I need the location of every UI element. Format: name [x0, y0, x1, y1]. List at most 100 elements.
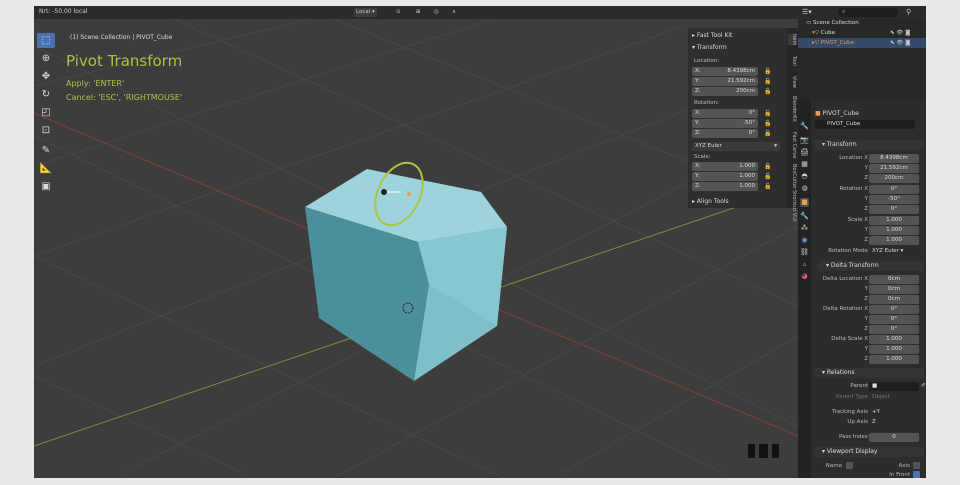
orientation-dropdown[interactable]: Local ▾ [354, 8, 377, 17]
move-icon[interactable]: ✥ [37, 69, 55, 84]
location-y-field[interactable]: 21.592cm [869, 164, 919, 173]
align-tools-label: Align Tools [696, 198, 729, 205]
rotation-y-field[interactable]: -50° [869, 195, 919, 204]
lock-icon[interactable]: 🔓 [764, 88, 771, 95]
measure-icon[interactable]: 📐 [37, 161, 55, 176]
delta-location-z-field[interactable]: 0cm [869, 295, 919, 304]
tracking-axis-dropdown[interactable]: +Y [869, 408, 919, 417]
lock-icon[interactable]: 🔓 [764, 78, 771, 85]
location-x-field[interactable]: 8.4398cm [869, 154, 919, 163]
fast-tool-kit-panel[interactable]: ▸ Fast Tool Kit [692, 32, 732, 39]
select-icon[interactable]: ⬚ [37, 33, 55, 48]
up-axis-dropdown[interactable]: Z [869, 418, 919, 427]
rotation-z-field[interactable]: Z: 0° [692, 129, 758, 138]
material-props-icon[interactable]: ◕ [800, 272, 809, 281]
transform-section-header[interactable]: ▾ Transform [814, 140, 924, 150]
view-layer-icon[interactable]: ▦ [800, 160, 809, 169]
proportional-edit-icon[interactable]: ◎ [432, 8, 441, 17]
delta-location-x-field[interactable]: 0cm [869, 275, 919, 284]
visibility-icons[interactable]: ⬉ 👁 ◙ [890, 28, 910, 38]
add-cube-icon[interactable]: ▣ [37, 179, 55, 194]
lock-icon[interactable]: 🔓 [764, 110, 771, 117]
visibility-icons[interactable]: ⬉ 👁 ◙ [890, 38, 910, 48]
delta-rotation-z-field[interactable]: 0° [869, 325, 919, 334]
scale-y-field[interactable]: 1.000 [869, 226, 919, 235]
outliner-row-cube[interactable]: ▾▽ Cube ⬉ 👁 ◙ [798, 28, 926, 38]
world-props-icon[interactable]: ◍ [800, 184, 809, 193]
data-props-icon[interactable]: ▵ [800, 260, 809, 269]
lock-icon[interactable]: 🔓 [764, 130, 771, 137]
physics-props-icon[interactable]: ◉ [800, 236, 809, 245]
rotation-z-field[interactable]: 0° [869, 205, 919, 214]
viewport-display-header[interactable]: ▾ Viewport Display [814, 447, 924, 457]
tool-props-icon[interactable]: 🔧 [800, 122, 809, 131]
scale-x-field[interactable]: 1.000 [869, 216, 919, 225]
location-y-field[interactable]: Y: 21.592cm [692, 77, 758, 86]
object-props-icon[interactable]: ■ [800, 198, 809, 207]
outliner-row-pivot-cube[interactable]: ▸▽ PIVOT_Cube ⬉ 👁 ◙ [798, 38, 926, 48]
scale-z-field[interactable]: 1.000 [869, 236, 919, 245]
render-props-icon[interactable]: 📷 [800, 136, 809, 145]
tab-item[interactable]: Item [788, 34, 797, 46]
tab-view[interactable]: View [788, 76, 797, 88]
relations-section-header[interactable]: ▾ Relations [814, 368, 924, 378]
location-z-field[interactable]: 200cm [869, 174, 919, 183]
tab-blenderkit[interactable]: BlenderKit [788, 96, 797, 122]
delta-scale-y-field[interactable]: 1.000 [869, 345, 919, 354]
parent-type-dropdown[interactable]: Object [869, 393, 919, 402]
delta-scale-z-field[interactable]: 1.000 [869, 355, 919, 364]
in-front-checkbox[interactable] [913, 471, 920, 478]
align-tools-panel[interactable]: ▸ Align Tools [692, 198, 729, 205]
particles-props-icon[interactable]: ⁂ [800, 224, 809, 233]
search-input[interactable]: ⌕ [838, 8, 898, 17]
scale-y-field[interactable]: Y: 1.000 [692, 172, 758, 181]
tab-shortcut-vur[interactable]: Shortcut VUr [788, 190, 797, 222]
parent-field[interactable]: ■ [869, 382, 919, 391]
lock-icon[interactable]: 🔓 [764, 120, 771, 127]
rotation-y-field[interactable]: Y: -50° [692, 119, 758, 128]
lock-icon[interactable]: 🔓 [764, 163, 771, 170]
cube-mesh[interactable] [305, 169, 507, 381]
delta-rotation-x-field[interactable]: 0° [869, 305, 919, 314]
rotation-mode-dropdown[interactable]: XYZ Euler ▾ [692, 142, 780, 151]
transform-panel-header[interactable]: ▾ Transform [692, 44, 727, 51]
scale-x-field[interactable]: X: 1.000 [692, 162, 758, 171]
location-z-field[interactable]: Z: 200cm [692, 87, 758, 96]
lock-icon[interactable]: 🔓 [764, 183, 771, 190]
snap-icon[interactable]: ⊞ [414, 8, 423, 17]
tab-fast-carve[interactable]: Fast Carve [788, 132, 797, 158]
modifier-props-icon[interactable]: 🔧 [800, 212, 809, 221]
scene-props-icon[interactable]: ◓ [800, 172, 809, 181]
rotation-x-field[interactable]: X: 0° [692, 109, 758, 118]
axis-checkbox[interactable] [913, 462, 920, 469]
rotate-icon[interactable]: ↻ [37, 87, 55, 102]
eyedropper-icon[interactable]: ✐ [921, 382, 926, 389]
location-x-field[interactable]: X: 8.4398cm [692, 67, 758, 76]
outliner-editor-icon[interactable]: ☰▾ [802, 8, 812, 16]
scale-icon[interactable]: ◰ [37, 105, 55, 120]
rotation-x-field[interactable]: 0° [869, 185, 919, 194]
delta-rotation-y-field[interactable]: 0° [869, 315, 919, 324]
tab-tool[interactable]: Tool [788, 56, 797, 66]
filter-icon[interactable]: ⚲ [906, 8, 911, 16]
scene-collection-row[interactable]: ▭ Scene Collection [798, 18, 926, 28]
constraint-props-icon[interactable]: ⛓ [800, 248, 809, 257]
pivot-point-icon[interactable]: ⊙ [394, 8, 403, 17]
scale-z-field[interactable]: Z: 1.000 [692, 182, 758, 191]
object-name-field[interactable]: PIVOT_Cube [815, 120, 915, 129]
delta-transform-header[interactable]: ▾ Delta Transform [818, 261, 924, 271]
3d-viewport[interactable]: Nrt: -50.00 local Local ▾ ⊙ ⊞ ◎ ∧ ⬚ ⊕ ✥ … [34, 6, 798, 478]
rotation-mode-dropdown[interactable]: XYZ Euler ▾ [869, 247, 919, 256]
delta-location-y-field[interactable]: 0cm [869, 285, 919, 294]
annotate-icon[interactable]: ✎ [37, 143, 55, 158]
pass-index-field[interactable]: 0 [869, 433, 919, 442]
name-checkbox[interactable] [846, 462, 853, 469]
delta-scale-x-field[interactable]: 1.000 [869, 335, 919, 344]
falloff-icon[interactable]: ∧ [450, 8, 458, 17]
cursor-icon[interactable]: ⊕ [37, 51, 55, 66]
tab-boxcutter[interactable]: BoxCutter [788, 164, 797, 189]
lock-icon[interactable]: 🔓 [764, 68, 771, 75]
output-props-icon[interactable]: 🖨 [800, 148, 809, 157]
transform-icon[interactable]: ⊡ [37, 123, 55, 138]
lock-icon[interactable]: 🔓 [764, 173, 771, 180]
